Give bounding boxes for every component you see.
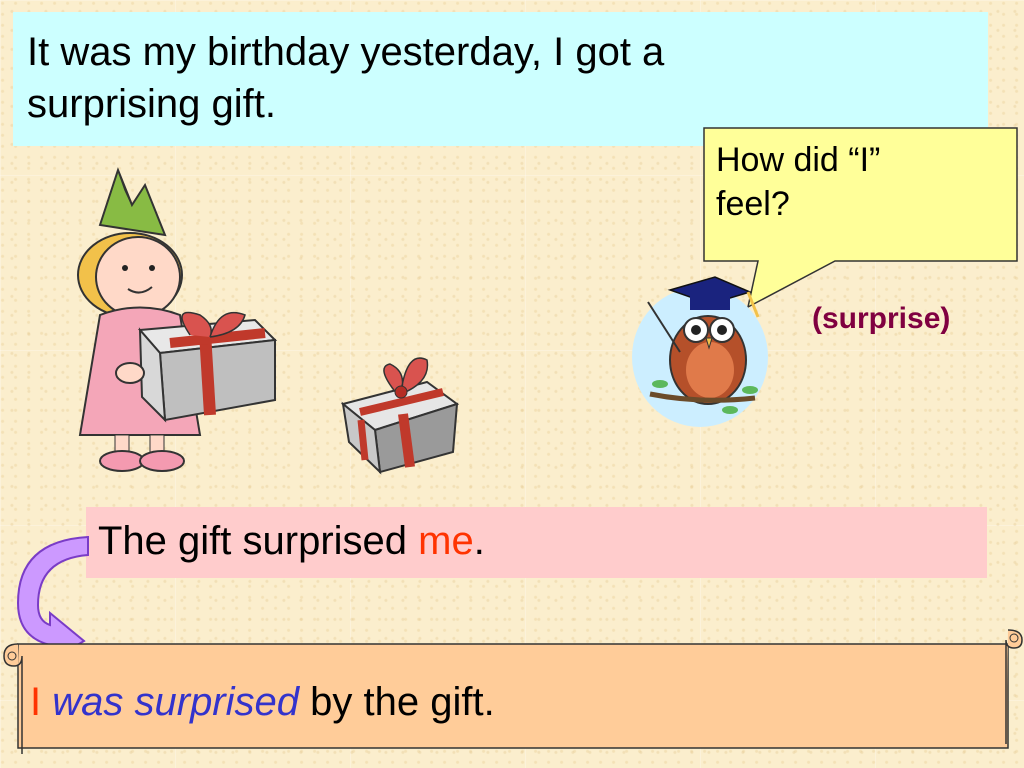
passive-rest: by the gift. <box>299 680 495 724</box>
passive-sentence: I was surprised by the gift. <box>30 676 495 728</box>
active-sentence-box: The gift surprised me. <box>86 507 987 578</box>
gift-box-icon <box>340 357 460 475</box>
title-line-2: surprising gift. <box>27 82 276 126</box>
speech-bubble-text: How did “I” feel? <box>716 138 976 226</box>
owl-graduate-icon <box>632 276 768 427</box>
bubble-line-1: How did “I” <box>716 141 881 179</box>
passive-verb: was surprised <box>52 680 300 724</box>
active-sentence-object: me <box>418 519 474 563</box>
active-sentence-text: The gift surprised <box>98 519 419 563</box>
passive-subject: I <box>30 680 42 724</box>
girl-with-gift-icon <box>77 167 278 472</box>
hint-label: (surprise) <box>812 302 951 335</box>
active-sentence-end: . <box>473 519 485 563</box>
title-line-1: It was my birthday yesterday, I got a <box>27 30 665 74</box>
bubble-line-2: feel? <box>716 185 790 223</box>
